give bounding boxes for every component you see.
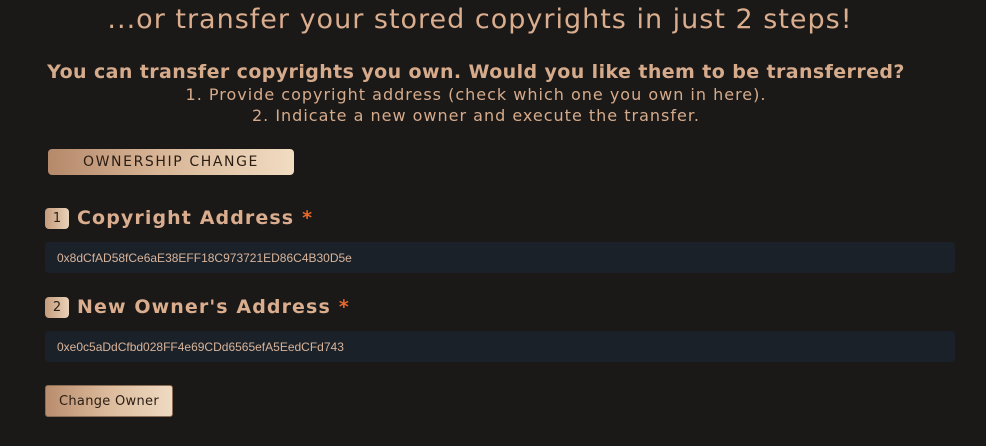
section-badge: OWNERSHIP CHANGE [48, 149, 294, 175]
page-title: ...or transfer your stored copyrights in… [107, 4, 853, 35]
change-owner-button[interactable]: Change Owner [45, 385, 173, 417]
step-number-1: 1 [45, 207, 69, 229]
copyright-address-label: 1 Copyright Address * [45, 207, 312, 229]
new-owner-address-input[interactable] [45, 331, 955, 362]
copyright-address-input[interactable] [45, 242, 955, 273]
required-asterisk: * [302, 207, 313, 229]
instruction-step-1: 1. Provide copyright address (check whic… [185, 85, 767, 104]
intro-text: You can transfer copyrights you own. Wou… [47, 61, 905, 83]
new-owner-address-label-text: New Owner's Address [77, 296, 331, 318]
step-number-2: 2 [45, 296, 69, 318]
instruction-step-2: 2. Indicate a new owner and execute the … [251, 106, 701, 125]
copyright-address-label-text: Copyright Address [77, 207, 295, 229]
new-owner-address-label: 2 New Owner's Address * [45, 296, 349, 318]
required-asterisk: * [338, 296, 349, 318]
